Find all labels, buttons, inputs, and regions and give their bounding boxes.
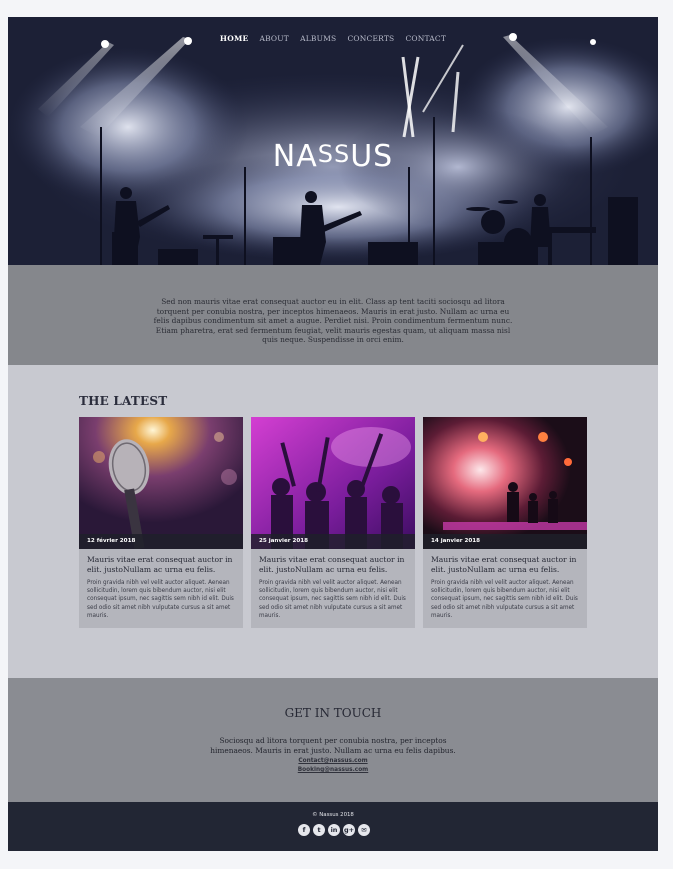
- hero-intro-text: Sed non mauris vitae erat consequat auct…: [153, 297, 513, 345]
- contact-section: GET IN TOUCH Sociosqu ad litora torquent…: [8, 678, 658, 802]
- page: HOME ABOUT ALBUMS CONCERTS CONTACT NASSU…: [8, 17, 658, 851]
- nav-about[interactable]: ABOUT: [259, 34, 289, 43]
- microphone-image: [79, 417, 243, 549]
- contact-heading: GET IN TOUCH: [284, 706, 382, 720]
- news-card[interactable]: 14 janvier 2018 Mauris vitae erat conseq…: [423, 417, 587, 628]
- booking-email-link[interactable]: Booking@nassus.com: [8, 767, 658, 773]
- nav-home[interactable]: HOME: [220, 34, 248, 43]
- footer: © Nassus 2018 f t in g+ ✉: [8, 802, 658, 851]
- linkedin-icon[interactable]: in: [328, 824, 340, 836]
- crowd-image: [251, 417, 415, 549]
- latest-heading: THE LATEST: [79, 394, 168, 408]
- card-text: Proin gravida nibh vel velit auctor aliq…: [431, 580, 578, 619]
- card-title[interactable]: Mauris vitae erat consequat auctor in el…: [431, 555, 583, 574]
- nav-albums[interactable]: ALBUMS: [300, 34, 336, 43]
- nav-concerts[interactable]: CONCERTS: [347, 34, 394, 43]
- googleplus-icon[interactable]: g+: [343, 824, 355, 836]
- card-text: Proin gravida nibh vel velit auctor aliq…: [87, 580, 234, 619]
- hero-section: HOME ABOUT ALBUMS CONCERTS CONTACT NASSU…: [8, 17, 658, 365]
- latest-section: THE LATEST 12 février 2018 Mauris vitae …: [8, 365, 658, 678]
- news-card[interactable]: 25 janvier 2018 Mauris vitae erat conseq…: [251, 417, 415, 628]
- site-logo: NASSUS: [8, 139, 658, 174]
- card-date: 12 février 2018: [79, 534, 243, 549]
- logo-part-2: SS: [317, 140, 351, 168]
- twitter-icon[interactable]: t: [313, 824, 325, 836]
- email-icon[interactable]: ✉: [358, 824, 370, 836]
- contact-text: Sociosqu ad litora torquent per conubia …: [210, 736, 456, 755]
- facebook-icon[interactable]: f: [298, 824, 310, 836]
- card-title[interactable]: Mauris vitae erat consequat auctor in el…: [259, 555, 411, 574]
- copyright: © Nassus 2018: [312, 812, 354, 818]
- nav-contact[interactable]: CONTACT: [405, 34, 446, 43]
- logo-part-3: US: [350, 139, 394, 174]
- card-date: 14 janvier 2018: [423, 534, 587, 549]
- top-nav: HOME ABOUT ALBUMS CONCERTS CONTACT: [8, 26, 658, 45]
- social-links: f t in g+ ✉: [298, 824, 373, 836]
- contact-email-link[interactable]: Contact@nassus.com: [8, 758, 658, 764]
- card-text: Proin gravida nibh vel velit auctor aliq…: [259, 580, 406, 619]
- card-title[interactable]: Mauris vitae erat consequat auctor in el…: [87, 555, 239, 574]
- news-card[interactable]: 12 février 2018 Mauris vitae erat conseq…: [79, 417, 243, 628]
- card-date: 25 janvier 2018: [251, 534, 415, 549]
- logo-part-1: NA: [272, 139, 318, 174]
- stage-lights-image: [423, 417, 587, 549]
